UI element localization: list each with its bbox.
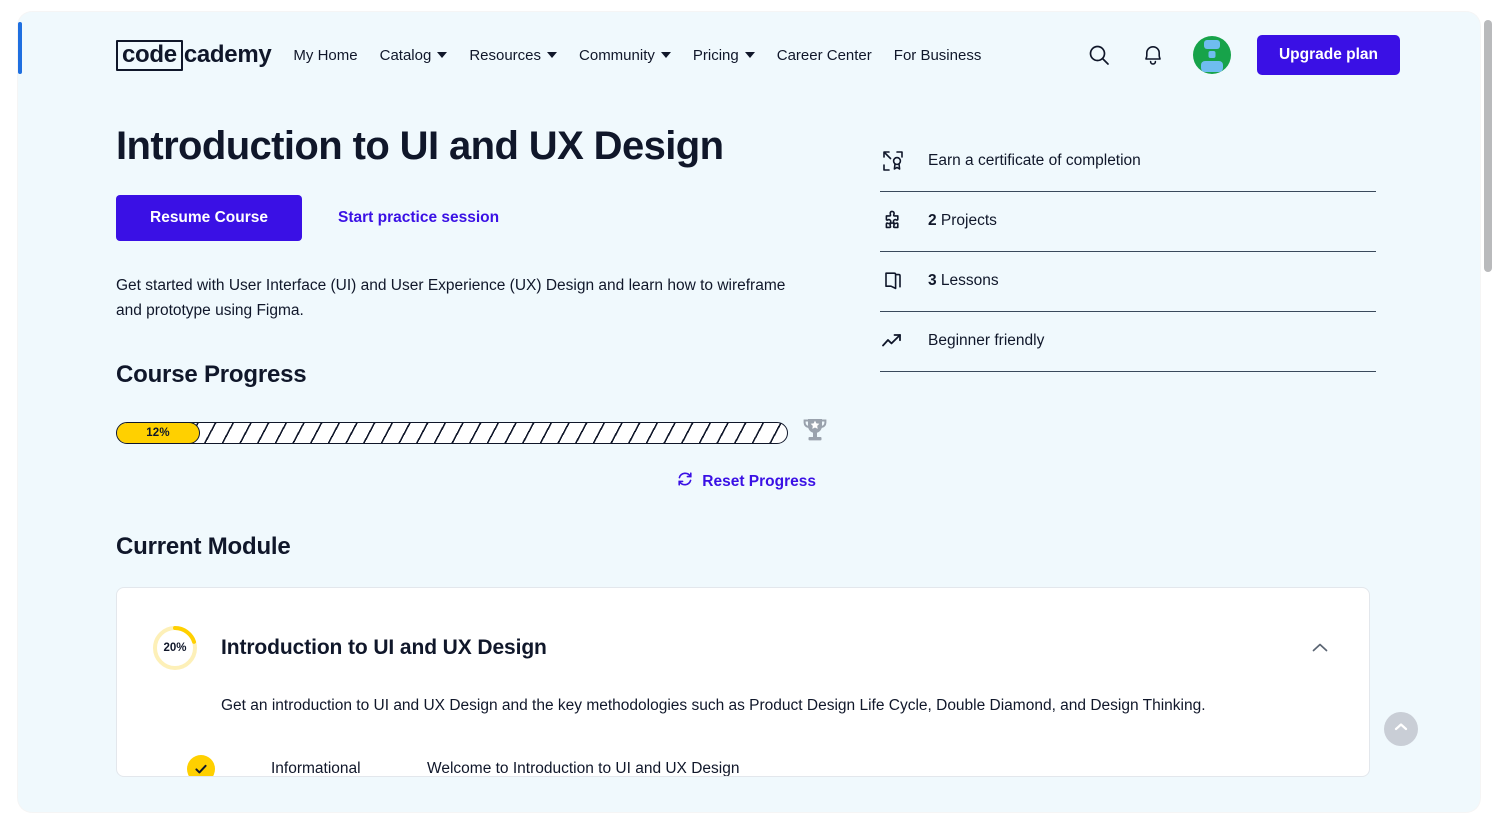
nav-label: Community xyxy=(579,47,655,64)
main-navigation: My Home Catalog Resources Community Pric… xyxy=(293,47,981,64)
current-module-heading: Current Module xyxy=(116,533,1400,561)
avatar[interactable] xyxy=(1193,36,1231,74)
book-icon xyxy=(880,268,906,294)
header-actions: Upgrade plan xyxy=(1085,35,1400,75)
info-item-difficulty: Beginner friendly xyxy=(880,312,1376,372)
chevron-down-icon xyxy=(661,52,671,58)
info-item-label: 3 Lessons xyxy=(928,272,999,290)
nav-item-catalog[interactable]: Catalog xyxy=(380,47,448,64)
search-icon[interactable] xyxy=(1085,41,1113,69)
chevron-up-icon xyxy=(1392,718,1410,741)
list-item[interactable]: Informational Welcome to Introduction to… xyxy=(151,755,1335,777)
codecademy-logo[interactable]: codecademy xyxy=(116,40,271,71)
avatar-glyph xyxy=(1208,51,1215,58)
trophy-icon xyxy=(798,413,832,452)
nav-item-pricing[interactable]: Pricing xyxy=(693,47,755,64)
nav-label: For Business xyxy=(894,47,982,64)
page-title: Introduction to UI and UX Design xyxy=(116,124,834,169)
info-item-count: 2 xyxy=(928,212,937,229)
logo-rest-text: cademy xyxy=(184,43,272,67)
course-cta-row: Resume Course Start practice session xyxy=(116,195,834,241)
info-item-label: 2 Projects xyxy=(928,212,997,230)
info-item-certificate: Earn a certificate of completion xyxy=(880,140,1376,192)
progress-bar-fill: 12% xyxy=(116,422,200,444)
nav-item-resources[interactable]: Resources xyxy=(469,47,557,64)
course-progress-block: 12% xyxy=(116,413,834,493)
course-info-panel: Earn a certificate of completion 2 Proje… xyxy=(880,124,1376,372)
nav-item-for-business[interactable]: For Business xyxy=(894,47,982,64)
certificate-icon xyxy=(880,148,906,174)
refresh-icon xyxy=(676,470,694,493)
logo-boxed-text: code xyxy=(116,40,183,71)
module-progress-ring: 20% xyxy=(151,624,199,672)
start-practice-session-link[interactable]: Start practice session xyxy=(338,209,499,227)
page-frame: codecademy My Home Catalog Resources Com… xyxy=(18,12,1480,812)
current-module-section: Current Module 20% Introduction to UI an… xyxy=(18,493,1480,777)
lesson-name: Welcome to Introduction to UI and UX Des… xyxy=(427,760,739,777)
notifications-bell-icon[interactable] xyxy=(1139,41,1167,69)
module-card: 20% Introduction to UI and UX Design Get… xyxy=(116,587,1370,777)
module-title: Introduction to UI and UX Design xyxy=(221,636,547,660)
info-item-projects: 2 Projects xyxy=(880,192,1376,252)
resume-course-button[interactable]: Resume Course xyxy=(116,195,302,241)
page-scrollbar-thumb[interactable] xyxy=(1484,20,1492,272)
chevron-up-icon[interactable] xyxy=(1305,633,1335,663)
chevron-down-icon xyxy=(547,52,557,58)
upgrade-plan-button[interactable]: Upgrade plan xyxy=(1257,35,1400,75)
chevron-down-icon xyxy=(437,52,447,58)
site-header: codecademy My Home Catalog Resources Com… xyxy=(18,12,1480,98)
course-main-column: Introduction to UI and UX Design Resume … xyxy=(116,124,834,493)
course-progress-bar: 12% xyxy=(116,422,788,444)
left-edge-accent xyxy=(18,22,22,74)
reset-progress-label: Reset Progress xyxy=(702,473,816,491)
info-item-label: Earn a certificate of completion xyxy=(928,152,1141,170)
info-item-count: 3 xyxy=(928,272,937,289)
info-item-unit: Lessons xyxy=(937,272,999,289)
info-item-label: Beginner friendly xyxy=(928,332,1044,350)
nav-label: Catalog xyxy=(380,47,432,64)
module-header[interactable]: 20% Introduction to UI and UX Design xyxy=(151,624,1335,672)
nav-label: Career Center xyxy=(777,47,872,64)
nav-label: Pricing xyxy=(693,47,739,64)
nav-label: Resources xyxy=(469,47,541,64)
progress-bar-row: 12% xyxy=(116,413,834,452)
trending-up-icon xyxy=(880,328,906,354)
module-description: Get an introduction to UI and UX Design … xyxy=(221,694,1335,717)
chevron-down-icon xyxy=(745,52,755,58)
scroll-to-top-button[interactable] xyxy=(1384,712,1418,746)
reset-progress-button[interactable]: Reset Progress xyxy=(116,470,816,493)
nav-item-community[interactable]: Community xyxy=(579,47,671,64)
course-description: Get started with User Interface (UI) and… xyxy=(116,273,806,323)
browser-viewport: codecademy My Home Catalog Resources Com… xyxy=(0,0,1500,826)
course-progress-heading: Course Progress xyxy=(116,361,834,389)
nav-item-career-center[interactable]: Career Center xyxy=(777,47,872,64)
progress-percent-label: 12% xyxy=(146,427,170,439)
info-item-lessons: 3 Lessons xyxy=(880,252,1376,312)
course-overview: Introduction to UI and UX Design Resume … xyxy=(18,98,1480,493)
puzzle-piece-icon xyxy=(880,208,906,234)
info-item-unit: Projects xyxy=(937,212,997,229)
check-circle-icon xyxy=(187,755,215,777)
lesson-type: Informational xyxy=(271,760,427,777)
nav-item-my-home[interactable]: My Home xyxy=(293,47,357,64)
module-progress-percent: 20% xyxy=(151,624,199,672)
nav-label: My Home xyxy=(293,47,357,64)
